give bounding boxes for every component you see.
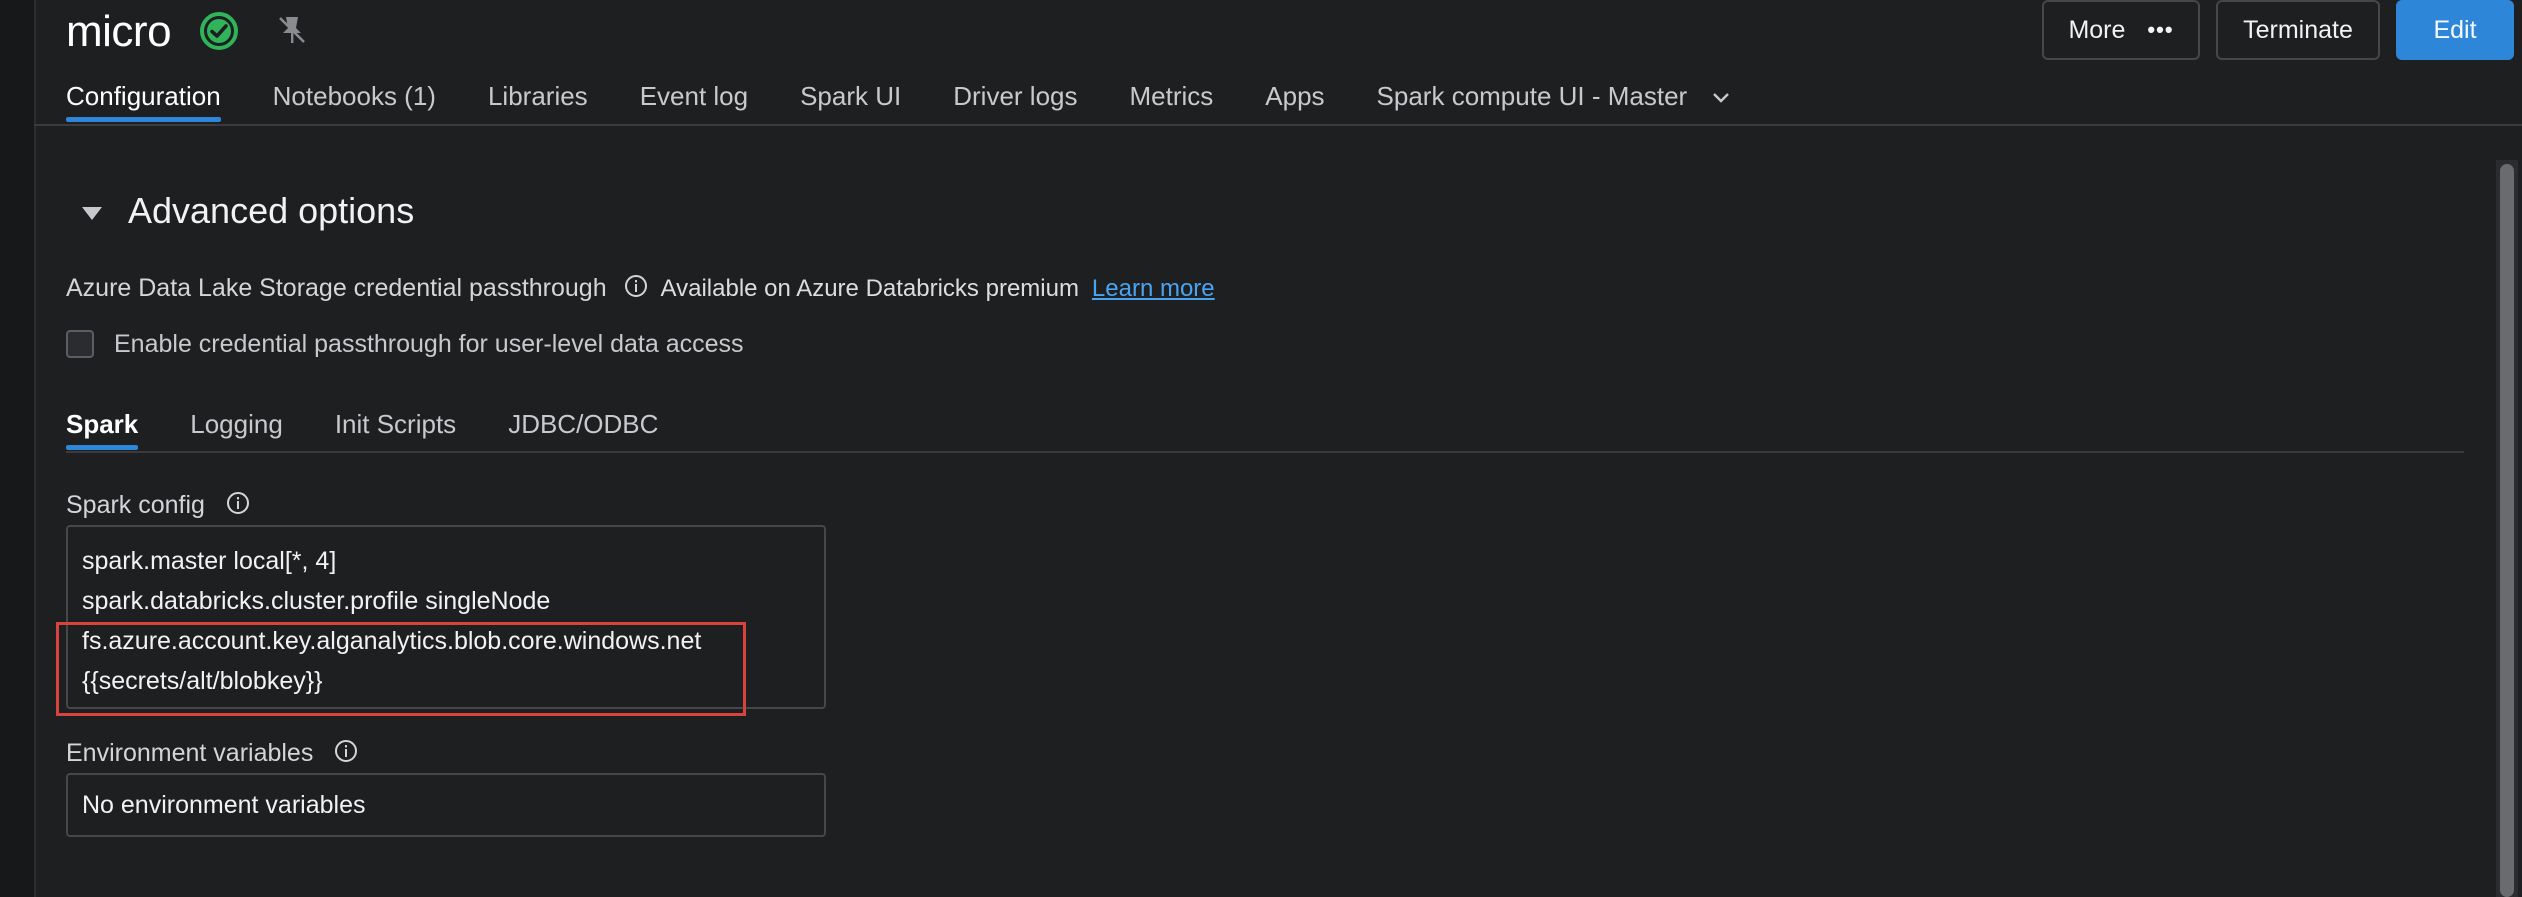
credential-passthrough-checkbox[interactable]: [66, 330, 94, 358]
more-button[interactable]: More •••: [2042, 0, 2200, 60]
spark-config-label: Spark config: [66, 491, 205, 519]
info-icon[interactable]: [624, 274, 648, 298]
tab-driver-logs[interactable]: Driver logs: [953, 76, 1077, 122]
more-button-label: More: [2068, 15, 2126, 44]
tab-event-log[interactable]: Event log: [640, 76, 748, 122]
edit-button[interactable]: Edit: [2396, 0, 2514, 60]
tab-spark-compute-ui[interactable]: Spark compute UI - Master: [1377, 76, 1731, 122]
spark-config-label-row: Spark config: [66, 491, 250, 520]
tab-spark-ui[interactable]: Spark UI: [800, 76, 901, 122]
pin-off-icon[interactable]: [274, 12, 310, 48]
scrollbar-thumb[interactable]: [2500, 164, 2514, 897]
caret-down-icon[interactable]: [80, 204, 104, 224]
cluster-tabs: Configuration Notebooks (1) Libraries Ev…: [66, 76, 1782, 124]
subtab-logging[interactable]: Logging: [190, 404, 283, 450]
env-vars-field[interactable]: No environment variables: [66, 773, 826, 837]
spark-config-line: spark.databricks.cluster.profile singleN…: [82, 587, 551, 615]
tab-notebooks[interactable]: Notebooks (1): [273, 76, 436, 122]
env-vars-value: No environment variables: [82, 790, 366, 819]
tab-libraries[interactable]: Libraries: [488, 76, 588, 122]
advanced-options-title[interactable]: Advanced options: [128, 190, 414, 232]
premium-note: Available on Azure Databricks premium: [660, 275, 1079, 302]
chevron-down-icon: [1713, 93, 1730, 103]
tab-configuration[interactable]: Configuration: [66, 76, 221, 122]
env-vars-label-row: Environment variables: [66, 739, 358, 768]
credential-passthrough-label[interactable]: Enable credential passthrough for user-l…: [114, 330, 744, 359]
green-check-circle-icon: [200, 12, 238, 50]
adls-passthrough-row: Azure Data Lake Storage credential passt…: [66, 274, 1215, 303]
spark-config-line: spark.master local[*, 4]: [82, 547, 337, 575]
subtabs-divider: [66, 451, 2464, 453]
subtab-init-scripts[interactable]: Init Scripts: [335, 404, 456, 450]
adls-passthrough-label: Azure Data Lake Storage credential passt…: [66, 274, 607, 302]
advanced-subtabs: Spark Logging Init Scripts JDBC/ODBC: [66, 404, 710, 452]
terminate-button[interactable]: Terminate: [2216, 0, 2380, 60]
subtab-spark[interactable]: Spark: [66, 404, 139, 450]
tab-spark-compute-ui-label: Spark compute UI - Master: [1376, 81, 1688, 111]
red-annotation-box: [56, 622, 746, 716]
subtab-jdbc-odbc[interactable]: JDBC/ODBC: [508, 404, 658, 450]
ellipsis-icon: •••: [2147, 17, 2174, 42]
tabs-divider: [34, 124, 2522, 126]
learn-more-link[interactable]: Learn more: [1092, 275, 1215, 302]
left-rail: [0, 0, 36, 897]
info-icon[interactable]: [334, 739, 358, 763]
tab-apps[interactable]: Apps: [1265, 76, 1324, 122]
vertical-scrollbar[interactable]: [2496, 160, 2518, 897]
info-icon[interactable]: [226, 491, 250, 515]
tab-metrics[interactable]: Metrics: [1130, 76, 1214, 122]
env-vars-label: Environment variables: [66, 739, 314, 767]
cluster-name: micro: [66, 7, 172, 56]
